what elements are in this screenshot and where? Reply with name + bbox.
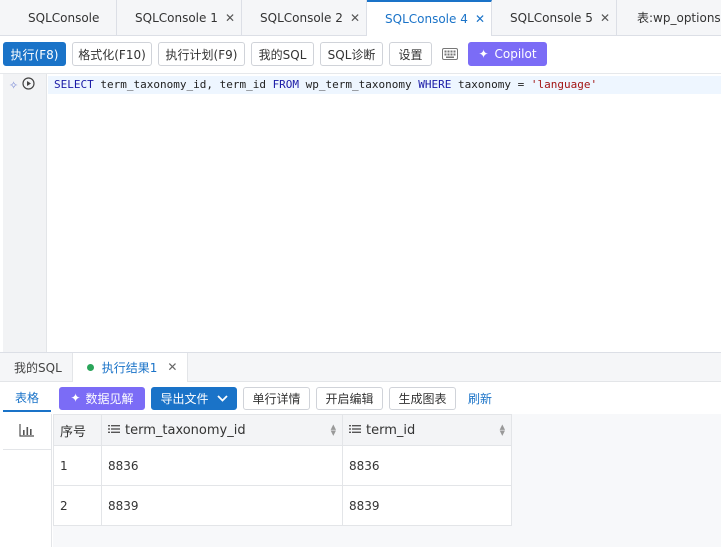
- tab-label: SQLConsole: [28, 10, 100, 25]
- refresh-link[interactable]: 刷新: [468, 390, 492, 407]
- sparkle-icon: ✦: [70, 391, 81, 405]
- sql-diagnose-button[interactable]: SQL诊断: [320, 42, 383, 66]
- column-header-label: 序号: [60, 424, 87, 440]
- close-icon[interactable]: ✕: [350, 11, 360, 25]
- column-list-icon: [108, 423, 120, 438]
- tab-sqlconsole-5[interactable]: SQLConsole 5 ✕: [492, 0, 617, 35]
- row-index-cell[interactable]: 1: [53, 445, 102, 486]
- sql-text: taxonomy =: [451, 78, 531, 91]
- run-line-icon[interactable]: [22, 77, 35, 93]
- result-side-panel: [3, 414, 52, 547]
- table-view-tab[interactable]: 表格: [3, 384, 52, 412]
- column-header-term-id[interactable]: term_id ▲ ▼: [342, 414, 512, 446]
- export-file-button[interactable]: 导出文件: [151, 386, 238, 410]
- sql-text: wp_term_taxonomy: [299, 78, 419, 91]
- sql-editor[interactable]: ✧ SELECT term_taxonomy_id, term_id FROM …: [0, 73, 721, 352]
- enable-edit-button[interactable]: 开启编辑: [316, 386, 384, 410]
- data-insight-button[interactable]: ✦ 数据见解: [59, 386, 146, 410]
- execution-plan-button[interactable]: 执行计划(F9): [158, 42, 245, 66]
- bar-chart-icon: [19, 423, 35, 440]
- sql-keyword: WHERE: [418, 78, 452, 91]
- tab-label: SQLConsole 1: [135, 10, 218, 25]
- tab-sqlconsole-4[interactable]: SQLConsole 4 ✕: [367, 0, 492, 36]
- table-cell[interactable]: 8839: [101, 485, 343, 526]
- table-cell[interactable]: 8836: [342, 445, 512, 486]
- close-icon[interactable]: ✕: [167, 360, 177, 374]
- editor-toolbar: 执行(F8) 格式化(F10) 执行计划(F9) 我的SQL SQL诊断 设置 …: [0, 37, 721, 71]
- result-toolbar: 表格 ✦ 数据见解 导出文件 单行详情 开启编辑 生成图表 刷新: [0, 383, 721, 413]
- sort-icon[interactable]: ▲ ▼: [500, 424, 505, 437]
- editor-gutter: ✧: [3, 74, 47, 352]
- tab-label: SQLConsole 4: [385, 12, 468, 26]
- column-header-index[interactable]: 序号: [53, 414, 102, 446]
- table-cell[interactable]: 8836: [101, 445, 343, 486]
- result-table: 序号 term_taxonomy_id ▲ ▼ term_id ▲ ▼ 1 88…: [53, 414, 512, 526]
- keyboard-icon[interactable]: [438, 42, 462, 66]
- console-tab-bar: SQLConsole SQLConsole 1 ✕ SQLConsole 2 ✕…: [0, 0, 721, 36]
- export-label: 导出文件: [160, 391, 209, 406]
- data-insight-label: 数据见解: [85, 391, 134, 406]
- tab-wp-options[interactable]: 表:wp_options: [617, 0, 721, 35]
- ai-sparkle-icon[interactable]: ✧: [9, 79, 18, 92]
- copilot-button[interactable]: ✦ Copilot: [468, 42, 547, 66]
- my-sql-button[interactable]: 我的SQL: [251, 42, 314, 66]
- tab-label: SQLConsole 5: [510, 10, 593, 25]
- table-row[interactable]: 1 8836 8836: [53, 445, 512, 486]
- result-tab-bar: 我的SQL 执行结果1 ✕: [0, 352, 721, 382]
- tab-sqlconsole-1[interactable]: SQLConsole 1 ✕: [117, 0, 242, 35]
- generate-chart-button[interactable]: 生成图表: [389, 386, 457, 410]
- row-index-cell[interactable]: 2: [53, 485, 102, 526]
- tab-sqlconsole-2[interactable]: SQLConsole 2 ✕: [242, 0, 367, 35]
- chevron-down-icon: [216, 391, 228, 405]
- sql-string: 'language': [530, 78, 598, 91]
- tab-label: SQLConsole 2: [260, 10, 343, 25]
- table-cell[interactable]: 8839: [342, 485, 512, 526]
- sql-keyword: FROM: [272, 78, 300, 91]
- tab-my-sql[interactable]: 我的SQL: [0, 353, 72, 382]
- sort-icon[interactable]: ▲ ▼: [331, 424, 336, 437]
- column-header-term-taxonomy-id[interactable]: term_taxonomy_id ▲ ▼: [101, 414, 343, 446]
- sql-keyword: SELECT: [54, 78, 94, 91]
- copilot-label: Copilot: [494, 47, 537, 61]
- close-icon[interactable]: ✕: [600, 11, 610, 25]
- sparkle-icon: ✦: [478, 47, 489, 61]
- success-status-dot: [86, 363, 94, 371]
- execute-button[interactable]: 执行(F8): [3, 42, 66, 66]
- column-list-icon: [349, 423, 361, 438]
- sql-text: term_taxonomy_id, term_id: [93, 78, 273, 91]
- row-detail-button[interactable]: 单行详情: [243, 386, 311, 410]
- chart-toggle[interactable]: [3, 414, 51, 450]
- tab-result-1[interactable]: 执行结果1 ✕: [71, 352, 189, 382]
- tab-label: 表:wp_options: [637, 11, 721, 25]
- tab-sqlconsole[interactable]: SQLConsole: [0, 0, 117, 35]
- sql-code-line[interactable]: SELECT term_taxonomy_id, term_id FROM wp…: [54, 78, 597, 91]
- close-icon[interactable]: ✕: [475, 12, 485, 26]
- column-header-label: term_id: [366, 422, 416, 438]
- column-header-label: term_taxonomy_id: [125, 422, 246, 438]
- close-icon[interactable]: ✕: [225, 11, 235, 25]
- format-button[interactable]: 格式化(F10): [72, 42, 152, 66]
- table-header-row: 序号 term_taxonomy_id ▲ ▼ term_id ▲ ▼: [53, 414, 512, 446]
- settings-button[interactable]: 设置: [389, 42, 432, 66]
- table-row[interactable]: 2 8839 8839: [53, 485, 512, 526]
- tab-label: 执行结果1: [101, 360, 158, 375]
